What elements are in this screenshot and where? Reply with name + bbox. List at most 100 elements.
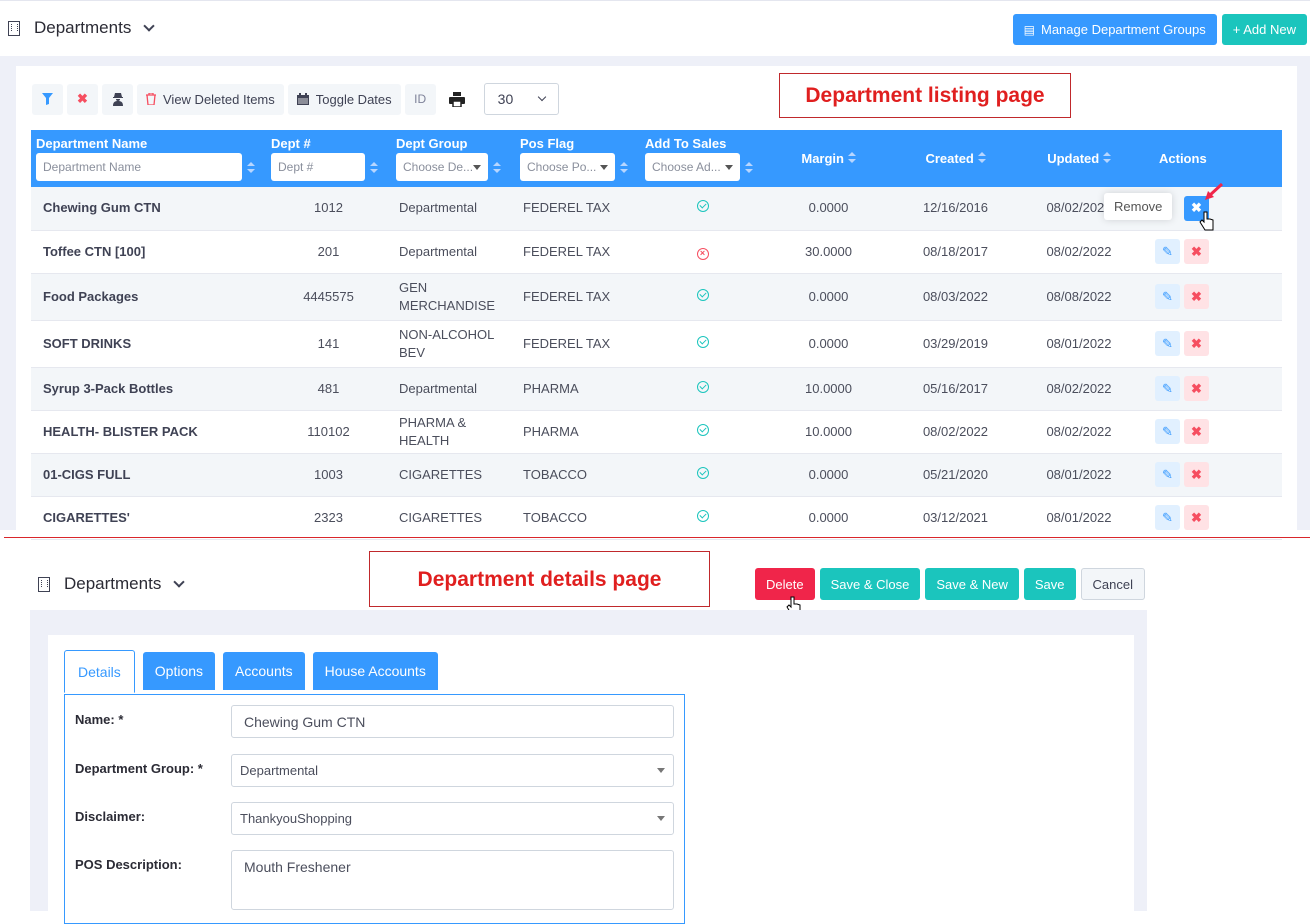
table-row[interactable]: Toffee CTN [100] 201 Departmental FEDEREL T…: [31, 230, 1282, 274]
details-form: Name: * Chewing Gum CTN Department Group…: [64, 694, 685, 924]
remove-button[interactable]: ✖: [1184, 505, 1209, 530]
save-new-button[interactable]: Save & New: [925, 568, 1019, 600]
cell-actions: ✎ ✖: [1139, 453, 1282, 497]
view-deleted-items-button[interactable]: View Deleted Items: [137, 83, 284, 115]
toggle-dates-button[interactable]: Toggle Dates: [287, 83, 401, 115]
sort-icon[interactable]: [745, 161, 753, 173]
edit-button[interactable]: ✎: [1155, 239, 1180, 264]
department-name-filter[interactable]: Department Name: [36, 153, 242, 181]
col-dept-group-label: Dept Group: [396, 136, 468, 151]
filter-button[interactable]: [32, 83, 63, 115]
col-pos-flag[interactable]: Pos Flag Choose Po...: [515, 130, 640, 187]
table-row[interactable]: Chewing Gum CTN 1012 Departmental FEDEREL T…: [31, 187, 1282, 231]
user-secret-button[interactable]: [102, 83, 133, 115]
table-row[interactable]: Food Packages 4445575 GEN MERCHANDISE FEDER…: [31, 273, 1282, 321]
check-circle-icon: [696, 335, 709, 348]
cell-pos-flag: TOBACCO: [515, 496, 640, 540]
pencil-icon: ✎: [1162, 288, 1173, 304]
chevron-down-icon: [143, 20, 155, 32]
sort-icon[interactable]: [247, 161, 255, 173]
page-size-select[interactable]: 30: [483, 83, 559, 115]
cell-add-to-sales: [640, 187, 765, 231]
add-to-sales-filter-value: Choose Ad...: [652, 160, 721, 174]
col-dept-number[interactable]: Dept # Dept #: [266, 130, 391, 187]
edit-button[interactable]: ✎: [1155, 505, 1180, 530]
tab-accounts[interactable]: Accounts: [223, 652, 305, 690]
col-dept-group[interactable]: Dept Group Choose De...: [391, 130, 515, 187]
remove-button[interactable]: ✖: [1184, 462, 1209, 487]
remove-button[interactable]: ✖: [1184, 419, 1209, 444]
remove-button[interactable]: ✖: [1184, 239, 1209, 264]
tab-house-accounts[interactable]: House Accounts: [312, 652, 438, 690]
add-new-button[interactable]: + Add New: [1221, 14, 1307, 45]
dept-group-filter[interactable]: Choose De...: [396, 153, 488, 181]
table-row[interactable]: Syrup 3-Pack Bottles 481 Departmental PHARM…: [31, 367, 1282, 411]
edit-button[interactable]: ✎: [1155, 419, 1180, 444]
cell-updated: 08/08/2022: [1019, 273, 1139, 321]
name-input[interactable]: Chewing Gum CTN: [231, 705, 674, 738]
department-group-select[interactable]: Departmental: [231, 754, 674, 787]
cell-department-name: 01-CIGS FULL: [31, 453, 266, 497]
col-created-label: Created: [925, 151, 974, 166]
edit-button[interactable]: ✎: [1155, 284, 1180, 309]
print-button[interactable]: [439, 83, 474, 115]
col-add-to-sales[interactable]: Add To Sales Choose Ad...: [640, 130, 765, 187]
pencil-icon: ✎: [1162, 335, 1173, 351]
disclaimer-row: Disclaimer: ThankyouShopping: [75, 802, 674, 835]
edit-button[interactable]: ✎: [1155, 462, 1180, 487]
col-margin-label: Margin: [801, 151, 844, 166]
cell-pos-flag: FEDEREL TAX: [515, 230, 640, 274]
id-toggle-button[interactable]: ID: [404, 83, 436, 115]
cell-created: 08/03/2022: [892, 273, 1019, 321]
cell-add-to-sales: [640, 453, 765, 497]
disclaimer-select[interactable]: ThankyouShopping: [231, 802, 674, 835]
tab-details[interactable]: Details: [64, 650, 135, 693]
remove-button[interactable]: ✖: [1184, 284, 1209, 309]
pos-flag-filter[interactable]: Choose Po...: [520, 153, 615, 181]
col-department-name[interactable]: Department Name Department Name: [31, 130, 266, 187]
hand-pointer-icon: [1199, 211, 1214, 231]
cell-created: 05/21/2020: [892, 453, 1019, 497]
arrow-annotation-icon: [1205, 183, 1224, 200]
details-title-dropdown[interactable]: Departments: [38, 574, 185, 594]
cell-dept-group: CIGARETTES: [391, 496, 515, 540]
sort-icon[interactable]: [620, 161, 628, 173]
table-row[interactable]: 01-CIGS FULL 1003 CIGARETTES TOBACCO 0.0000 0…: [31, 453, 1282, 497]
dept-group-filter-value: Choose De...: [403, 160, 474, 174]
remove-button[interactable]: ✖: [1184, 331, 1209, 356]
manage-department-groups-button[interactable]: ▤ Manage Department Groups: [1012, 14, 1217, 45]
col-created[interactable]: Created: [892, 130, 1019, 187]
user-secret-icon: [112, 93, 123, 106]
tab-options[interactable]: Options: [142, 652, 216, 690]
cancel-button[interactable]: Cancel: [1080, 568, 1145, 600]
sort-icon[interactable]: [847, 152, 856, 163]
edit-button[interactable]: ✎: [1155, 331, 1180, 356]
page-title-dropdown[interactable]: Departments: [8, 18, 155, 38]
sort-icon[interactable]: [977, 152, 986, 163]
cell-dept-number: 481: [266, 367, 391, 411]
table-row[interactable]: CIGARETTES' 2323 CIGARETTES TOBACCO 0.0000 03…: [31, 496, 1282, 540]
table-row[interactable]: HEALTH- BLISTER PACK 110102 PHARMA & HEALT…: [31, 410, 1282, 454]
save-close-button[interactable]: Save & Close: [819, 568, 921, 600]
sort-icon[interactable]: [370, 161, 378, 173]
save-button[interactable]: Save: [1023, 568, 1076, 600]
cell-department-name: SOFT DRINKS: [31, 320, 266, 368]
table-header-row: Department Name Department Name Dept # D…: [31, 130, 1282, 187]
delete-button[interactable]: Delete: [755, 568, 815, 600]
remove-button[interactable]: ✖: [1184, 376, 1209, 401]
col-margin[interactable]: Margin: [765, 130, 892, 187]
add-to-sales-filter[interactable]: Choose Ad...: [645, 153, 740, 181]
pos-description-textarea[interactable]: Mouth Freshener: [231, 850, 674, 910]
cell-actions: ✎ ✖: [1139, 410, 1282, 454]
clear-filters-button[interactable]: ✖: [67, 83, 98, 115]
edit-button[interactable]: ✎: [1155, 376, 1180, 401]
pos-flag-filter-value: Choose Po...: [527, 160, 597, 174]
sort-icon[interactable]: [1102, 152, 1111, 163]
sort-icon[interactable]: [493, 161, 501, 173]
table-row[interactable]: SOFT DRINKS 141 NON-ALCOHOL BEV FEDEREL TAX…: [31, 320, 1282, 368]
dept-number-filter[interactable]: Dept #: [271, 153, 365, 181]
toggle-dates-label: Toggle Dates: [315, 91, 392, 107]
col-actions-label: Actions: [1159, 151, 1207, 166]
cell-updated: 08/02/2022: [1019, 410, 1139, 454]
col-updated[interactable]: Updated: [1019, 130, 1139, 187]
